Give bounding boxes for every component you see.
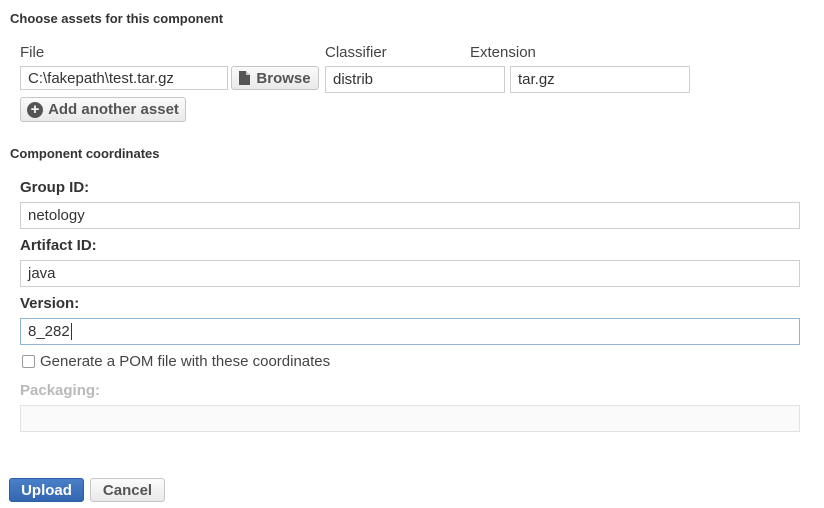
plus-circle-icon: + [27, 101, 44, 118]
extension-value: tar.gz [518, 71, 555, 88]
add-asset-label: Add another asset [48, 101, 179, 118]
text-caret [70, 323, 72, 340]
version-input[interactable]: 8_282 [20, 318, 800, 345]
cancel-button[interactable]: Cancel [90, 478, 165, 502]
file-icon [239, 71, 251, 85]
file-column-label: File [20, 44, 45, 61]
version-value: 8_282 [28, 323, 70, 340]
extension-input[interactable]: tar.gz [510, 66, 690, 93]
classifier-column-label: Classifier [325, 44, 387, 61]
artifact-id-input[interactable]: java [20, 260, 800, 287]
add-asset-button[interactable]: + Add another asset [20, 97, 186, 122]
classifier-input[interactable]: distrib [325, 66, 505, 93]
group-id-value: netology [28, 207, 85, 224]
artifact-id-value: java [28, 265, 56, 282]
browse-button[interactable]: Browse [231, 66, 319, 90]
file-path-field[interactable]: C:\fakepath\test.tar.gz [20, 66, 228, 90]
generate-pom-label: Generate a POM file with these coordinat… [40, 353, 331, 370]
coordinates-section-title: Component coordinates [10, 146, 160, 161]
browse-label: Browse [256, 69, 311, 87]
file-path-value: C:\fakepath\test.tar.gz [28, 69, 174, 87]
classifier-value: distrib [333, 71, 374, 88]
packaging-label: Packaging: [20, 382, 101, 399]
upload-button[interactable]: Upload [9, 478, 84, 502]
generate-pom-checkbox[interactable] [22, 355, 35, 368]
group-id-input[interactable]: netology [20, 202, 800, 229]
version-label: Version: [20, 295, 80, 312]
artifact-id-label: Artifact ID: [20, 237, 97, 254]
group-id-label: Group ID: [20, 179, 90, 196]
packaging-input [20, 405, 800, 432]
extension-column-label: Extension [470, 44, 536, 61]
generate-pom-row: Generate a POM file with these coordinat… [22, 353, 330, 370]
assets-section-title: Choose assets for this component [10, 11, 224, 26]
